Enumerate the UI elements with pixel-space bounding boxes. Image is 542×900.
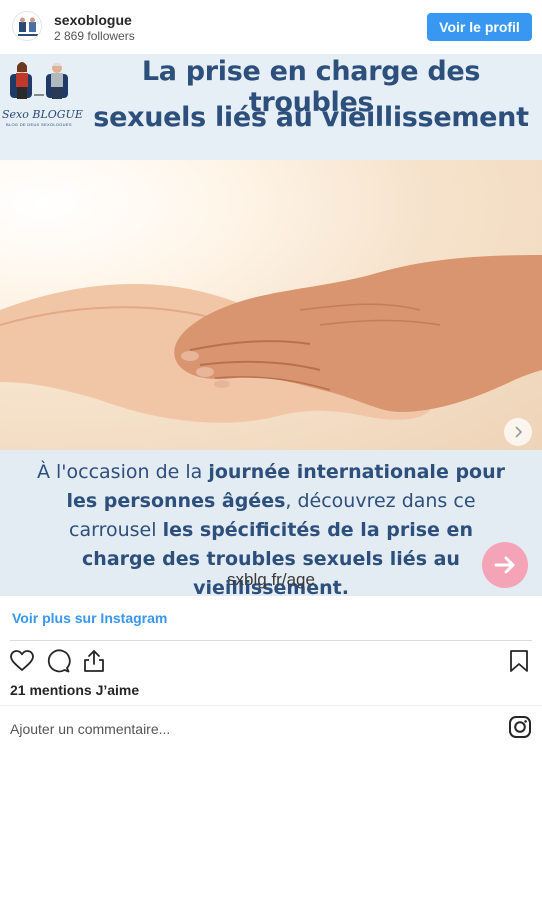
post-title-banner: Sexo BLOGUE BLOG DE DEUX SEXOLOGUES La p…	[0, 54, 542, 160]
post-title-line-2: sexuels liés au vieillissement	[93, 102, 529, 133]
comment-input[interactable]	[10, 719, 490, 739]
divider	[0, 705, 542, 706]
sexoblogue-logo: Sexo BLOGUE BLOG DE DEUX SEXOLOGUES	[2, 56, 83, 132]
like-count: 21 mentions J’aime	[10, 682, 140, 698]
post-image[interactable]: Sexo BLOGUE BLOG DE DEUX SEXOLOGUES La p…	[0, 54, 542, 596]
caption-text-1: À l'occasion de la	[36, 461, 209, 483]
comment-button[interactable]	[45, 648, 71, 674]
comment-icon	[47, 649, 71, 673]
avatar-logo-icon	[18, 17, 38, 36]
avatar[interactable]	[12, 11, 42, 41]
view-profile-button[interactable]: Voir le profil	[427, 13, 532, 41]
share-button[interactable]	[81, 648, 107, 674]
chevron-right-icon	[515, 426, 523, 438]
username[interactable]: sexoblogue	[54, 12, 132, 28]
share-icon	[84, 650, 104, 672]
instagram-link[interactable]	[508, 715, 532, 739]
hands-illustration	[0, 255, 542, 423]
logo-text: Sexo BLOGUE	[2, 108, 83, 121]
follower-count: 2 869 followers	[54, 29, 135, 43]
bookmark-icon	[510, 650, 528, 672]
arrow-right-icon	[494, 556, 515, 574]
post-caption-banner: À l'occasion de la journée international…	[0, 450, 542, 596]
divider	[10, 640, 532, 641]
instagram-icon	[509, 716, 531, 738]
slide-arrow-button	[482, 542, 528, 588]
logo-subtext: BLOG DE DEUX SEXOLOGUES	[6, 122, 72, 127]
hands-photo	[0, 160, 542, 450]
logo-illustration-icon	[10, 62, 68, 99]
see-more-on-instagram-link[interactable]: Voir plus sur Instagram	[12, 610, 167, 626]
post-header: sexoblogue 2 869 followers Voir le profi…	[0, 0, 542, 54]
heart-icon	[10, 650, 34, 671]
carousel-next-button[interactable]	[504, 418, 532, 446]
like-button[interactable]	[9, 648, 35, 674]
post-url: sxblg.fr/age	[227, 570, 315, 589]
save-button[interactable]	[506, 648, 532, 674]
